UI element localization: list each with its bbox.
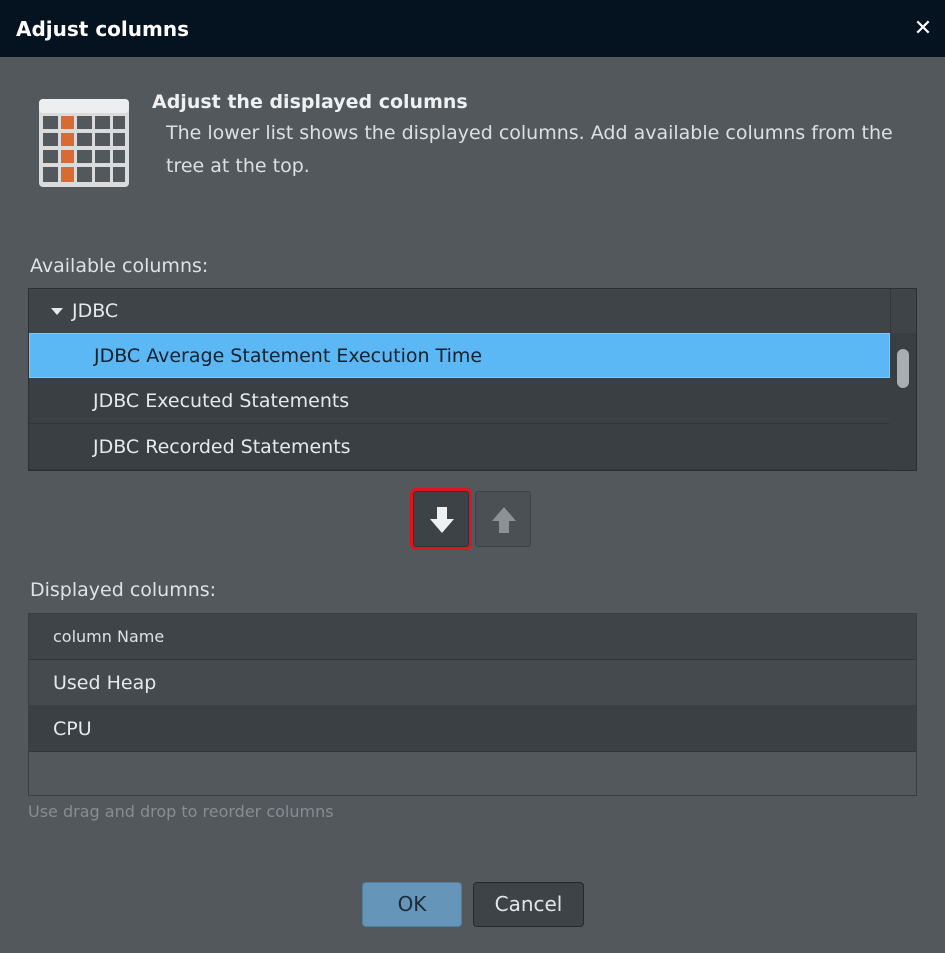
ok-button[interactable]: OK	[362, 882, 462, 927]
tree-group-label: JDBC	[72, 300, 119, 322]
remove-column-button[interactable]	[475, 491, 531, 547]
reorder-hint: Use drag and drop to reorder columns	[28, 802, 334, 821]
tree-item-label: JDBC Recorded Statements	[93, 436, 351, 458]
tree-group-jdbc[interactable]: JDBC	[29, 289, 890, 334]
dialog-title: Adjust columns	[16, 17, 189, 41]
scrollbar-header	[890, 289, 916, 333]
header-title: Adjust the displayed columns	[152, 91, 468, 113]
column-header[interactable]: column Name	[29, 614, 916, 660]
row-label: Used Heap	[53, 672, 157, 694]
tree-item[interactable]: JDBC Recorded Statements	[29, 425, 890, 470]
available-columns-tree[interactable]: JDBC JDBC Average Statement Execution Ti…	[28, 288, 917, 471]
arrow-down-icon	[430, 507, 454, 533]
add-column-button[interactable]	[410, 488, 472, 550]
scrollbar-thumb[interactable]	[897, 349, 909, 388]
close-icon[interactable]: ✕	[910, 16, 936, 42]
available-columns-label: Available columns:	[30, 255, 209, 277]
tree-item[interactable]: JDBC Average Statement Execution Time	[29, 333, 890, 378]
column-header-label: column Name	[53, 627, 165, 646]
tree-item-label: JDBC Average Statement Execution Time	[94, 345, 483, 367]
table-row[interactable]: CPU	[29, 706, 916, 752]
cancel-button[interactable]: Cancel	[473, 882, 584, 927]
table-row[interactable]: Used Heap	[29, 660, 916, 706]
header-description: The lower list shows the displayed colum…	[166, 122, 893, 177]
displayed-columns-table[interactable]: column Name Used Heap CPU	[28, 613, 917, 796]
row-label: CPU	[53, 718, 92, 740]
table-columns-icon	[39, 99, 129, 187]
arrow-up-icon	[492, 507, 516, 533]
adjust-columns-dialog: Adjust columns ✕ Adjust the displayed co…	[0, 0, 945, 953]
displayed-columns-label: Displayed columns:	[30, 579, 217, 601]
tree-item[interactable]: JDBC Executed Statements	[29, 379, 890, 424]
title-bar: Adjust columns ✕	[0, 0, 945, 57]
tree-item-label: JDBC Executed Statements	[93, 390, 350, 412]
expand-caret-icon[interactable]	[51, 308, 63, 315]
